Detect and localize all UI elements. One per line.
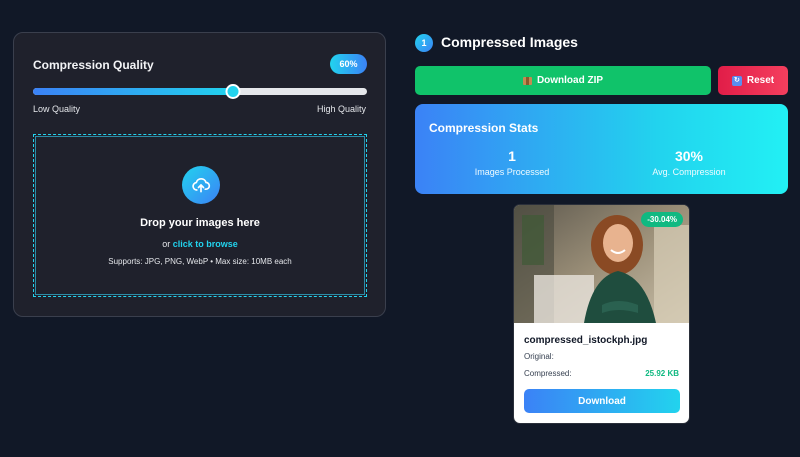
download-image-button[interactable]: Download bbox=[524, 389, 680, 413]
original-size-row: Original: bbox=[524, 352, 679, 361]
drop-title: Drop your images here bbox=[140, 217, 260, 229]
stat-value: 1 bbox=[508, 148, 516, 164]
results-title: Compressed Images bbox=[441, 34, 578, 50]
reset-label: Reset bbox=[746, 75, 775, 86]
step-number-badge: 1 bbox=[415, 34, 433, 52]
cloud-upload-icon bbox=[182, 166, 220, 204]
quality-slider-fill bbox=[33, 88, 234, 95]
image-drop-zone[interactable]: Drop your images here or click to browse… bbox=[33, 134, 367, 297]
low-quality-label: Low Quality bbox=[33, 104, 81, 114]
package-icon bbox=[522, 76, 532, 85]
compressed-size-row: Compressed: 25.92 KB bbox=[524, 369, 679, 378]
compressed-size-value: 25.92 KB bbox=[645, 369, 679, 378]
reset-button[interactable]: ↻ Reset bbox=[718, 66, 788, 95]
compression-stats-card: Compression Stats 1 Images Processed 30%… bbox=[415, 104, 788, 194]
download-zip-button[interactable]: Download ZIP bbox=[415, 66, 711, 95]
or-text: or bbox=[162, 239, 173, 249]
image-thumbnail: -30.04% bbox=[514, 205, 689, 323]
browse-link[interactable]: click to browse bbox=[173, 239, 238, 249]
settings-panel: Compression Quality 60% Low Quality High… bbox=[13, 32, 386, 317]
quality-slider-thumb[interactable] bbox=[225, 84, 241, 99]
compressed-image-card: -30.04% compressed_istockph.jpg Original… bbox=[513, 204, 690, 424]
download-zip-label: Download ZIP bbox=[536, 75, 604, 86]
stat-images-processed: 1 Images Processed bbox=[452, 148, 572, 177]
quality-value-badge: 60% bbox=[330, 54, 367, 74]
original-label: Original: bbox=[524, 352, 554, 361]
quality-title: Compression Quality bbox=[33, 58, 154, 72]
drop-subtitle: or click to browse bbox=[34, 239, 366, 249]
app-root: Compression Quality 60% Low Quality High… bbox=[0, 0, 800, 457]
stat-label: Avg. Compression bbox=[652, 167, 726, 177]
supported-formats-text: Supports: JPG, PNG, WebP • Max size: 10M… bbox=[108, 257, 292, 266]
stat-value: 30% bbox=[674, 148, 704, 164]
size-reduction-badge: -30.04% bbox=[641, 212, 683, 227]
file-name: compressed_istockph.jpg bbox=[524, 335, 648, 346]
stat-avg-compression: 30% Avg. Compression bbox=[629, 148, 749, 177]
stat-label: Images Processed bbox=[474, 167, 550, 177]
compressed-label: Compressed: bbox=[524, 369, 572, 378]
refresh-icon: ↻ bbox=[731, 75, 742, 86]
quality-slider[interactable] bbox=[33, 84, 367, 99]
stats-title: Compression Stats bbox=[429, 121, 539, 135]
high-quality-label: High Quality bbox=[316, 104, 366, 114]
